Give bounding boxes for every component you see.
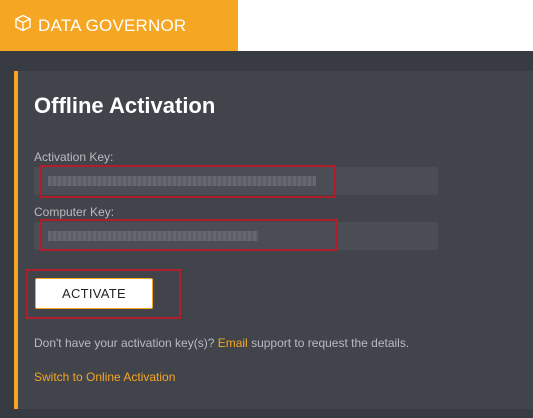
help-suffix: support to request the details. xyxy=(247,336,410,350)
top-bar: DATA GOVERNOR xyxy=(0,0,533,51)
activation-key-label: Activation Key: xyxy=(34,150,114,164)
cube-icon xyxy=(14,14,38,37)
switch-to-online-activation-link[interactable]: Switch to Online Activation xyxy=(34,370,175,384)
computer-key-label: Computer Key: xyxy=(34,205,115,219)
offline-activation-panel: Offline Activation Activation Key: Compu… xyxy=(14,71,533,409)
help-prefix: Don't have your activation key(s)? xyxy=(34,336,218,350)
page-title: Offline Activation xyxy=(34,93,216,118)
app-title: DATA GOVERNOR xyxy=(38,15,187,35)
redacted-activation-key xyxy=(48,176,316,186)
redacted-computer-key xyxy=(48,231,258,241)
email-support-link[interactable]: Email xyxy=(218,336,248,350)
help-text: Don't have your activation key(s)? Email… xyxy=(34,336,409,350)
brand-header: DATA GOVERNOR xyxy=(0,0,238,51)
activate-button[interactable]: ACTIVATE xyxy=(35,278,153,309)
